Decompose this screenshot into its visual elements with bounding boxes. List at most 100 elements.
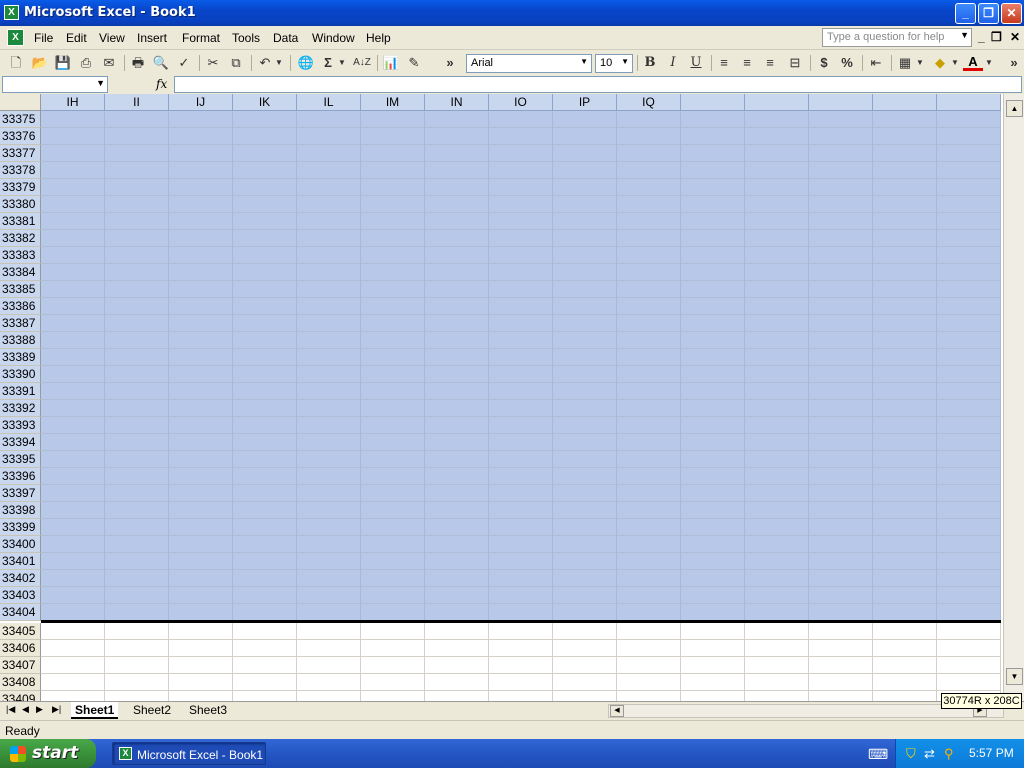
row-header[interactable]: 33401 [0,553,41,570]
tab-sheet2[interactable]: Sheet2 [129,702,175,719]
toolbar-options-icon[interactable]: » [440,54,460,72]
italic-button[interactable]: I [663,54,683,72]
mdi-minimize-button[interactable]: _ [978,30,985,44]
column-header[interactable] [937,94,1001,111]
chart-wizard-icon[interactable]: 📊 [381,54,401,72]
merge-center-icon[interactable]: ⊟ [785,54,805,72]
row-header[interactable]: 33396 [0,468,41,485]
column-header[interactable] [873,94,937,111]
column-header[interactable] [809,94,873,111]
row-header[interactable]: 33400 [0,536,41,553]
row-header[interactable]: 33390 [0,366,41,383]
row-header[interactable]: 33403 [0,587,41,604]
row-header[interactable]: 33398 [0,502,41,519]
row-header[interactable]: 33405 [0,623,41,640]
row-header[interactable]: 33378 [0,162,41,179]
formula-input[interactable] [174,76,1022,93]
clock[interactable]: 5:57 PM [969,746,1014,760]
menu-insert[interactable]: Insert [137,31,167,45]
email-icon[interactable]: ✉ [99,54,119,72]
menu-view[interactable]: View [99,31,125,45]
row-header[interactable]: 33388 [0,332,41,349]
row-header[interactable]: 33376 [0,128,41,145]
font-color-icon[interactable]: A [963,54,983,71]
network-icon[interactable]: ⇄ [924,746,935,762]
worksheet-grid[interactable]: IH II IJ IK IL IM IN IO IP IQ 33375 33376 33377 3337… [0,94,1024,702]
start-button[interactable]: start [0,739,96,768]
column-header[interactable]: IP [553,94,617,111]
selected-range[interactable] [41,111,1001,621]
column-header[interactable]: IJ [169,94,233,111]
scroll-up-icon[interactable]: ▲ [1006,100,1023,117]
align-left-icon[interactable]: ≡ [714,54,734,72]
toolbar-options-icon[interactable]: » [1004,54,1024,72]
row-header[interactable]: 33393 [0,417,41,434]
menu-help[interactable]: Help [366,31,391,45]
insert-function-icon[interactable]: fx [156,77,167,91]
column-header[interactable] [681,94,745,111]
copy-icon[interactable]: ⧉ [226,54,246,72]
print-preview-icon[interactable]: 🔍 [151,54,171,72]
mdi-restore-button[interactable]: ❐ [991,30,1002,44]
autosum-icon[interactable]: Σ [318,54,338,72]
column-header[interactable]: IK [233,94,297,111]
row-header[interactable]: 33379 [0,179,41,196]
row-header[interactable]: 33375 [0,111,41,128]
excel-app-icon[interactable]: X [4,5,19,20]
column-header[interactable]: IQ [617,94,681,111]
new-document-icon[interactable]: 🗋 [6,54,26,72]
row-header[interactable]: 33408 [0,674,41,691]
column-header[interactable]: II [105,94,169,111]
percent-button[interactable]: % [837,54,857,72]
scroll-left-icon[interactable]: ◀ [610,705,624,717]
align-center-icon[interactable]: ≡ [737,54,757,72]
menu-data[interactable]: Data [273,31,298,45]
row-header[interactable]: 33394 [0,434,41,451]
menu-format[interactable]: Format [182,31,220,45]
tab-sheet1[interactable]: Sheet1 [71,702,119,719]
vertical-scrollbar[interactable]: ▲ ▼ [1003,94,1024,702]
font-size-select[interactable]: 10 ▼ [595,54,633,73]
drawing-icon[interactable]: ✎ [404,54,424,72]
row-header[interactable]: 33387 [0,315,41,332]
row-header[interactable]: 33383 [0,247,41,264]
spelling-icon[interactable]: ✓ [174,54,194,72]
permission-icon[interactable]: ⎙ [76,54,96,72]
restore-button[interactable]: ❐ [978,3,999,24]
search-icon[interactable]: ⚲ [944,746,954,762]
column-header[interactable] [745,94,809,111]
fill-color-dropdown-icon[interactable]: ▼ [949,54,961,72]
currency-button[interactable]: $ [814,54,834,72]
decrease-indent-icon[interactable]: ⇤ [866,54,886,72]
menu-window[interactable]: Window [312,31,355,45]
unselected-cells[interactable] [41,623,1001,702]
fill-color-icon[interactable]: ◆ [930,54,950,72]
borders-icon[interactable]: ▦ [895,54,915,72]
chevron-down-icon[interactable]: ▼ [621,57,629,66]
keyboard-icon[interactable]: ⌨ [868,746,888,763]
column-header[interactable]: IM [361,94,425,111]
row-header[interactable]: 33395 [0,451,41,468]
align-right-icon[interactable]: ≡ [760,54,780,72]
menu-edit[interactable]: Edit [66,31,87,45]
column-header[interactable]: IN [425,94,489,111]
tab-sheet3[interactable]: Sheet3 [185,702,231,719]
font-name-select[interactable]: Arial ▼ [466,54,592,73]
row-header[interactable]: 33380 [0,196,41,213]
open-folder-icon[interactable]: 📂 [30,54,50,72]
borders-dropdown-icon[interactable]: ▼ [914,54,926,72]
help-search-input[interactable]: Type a question for help ▼ [822,28,972,47]
row-header[interactable]: 33404 [0,604,41,621]
column-header[interactable]: IL [297,94,361,111]
scroll-down-icon[interactable]: ▼ [1006,668,1023,685]
menu-file[interactable]: File [34,31,53,45]
column-header[interactable]: IH [41,94,105,111]
row-header[interactable]: 33382 [0,230,41,247]
row-header[interactable]: 33381 [0,213,41,230]
workbook-icon[interactable]: X [7,29,24,46]
row-header[interactable]: 33386 [0,298,41,315]
chevron-down-icon[interactable]: ▼ [96,78,105,88]
row-header[interactable]: 33377 [0,145,41,162]
undo-dropdown-icon[interactable]: ▼ [273,54,285,72]
menu-tools[interactable]: Tools [232,31,260,45]
